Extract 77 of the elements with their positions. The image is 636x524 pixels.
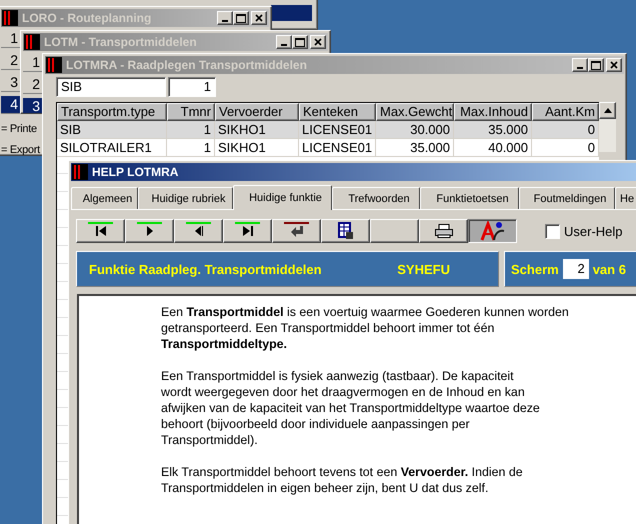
column-header[interactable]: Tmnr	[167, 103, 215, 121]
tab[interactable]: Foutmeldingen	[519, 187, 615, 209]
table-row[interactable]: SILOTRAILER1 1 SIKHO1 LICENSE01 35.000 40.000 0	[57, 139, 599, 157]
maximize-button[interactable]	[292, 35, 308, 49]
close-icon	[610, 61, 618, 69]
checkbox-label: User-Help	[564, 224, 623, 238]
function-title: Funktie Raadpleg. Transportmiddelen	[89, 262, 322, 276]
scrollbar[interactable]	[599, 102, 616, 152]
stripes-icon	[46, 57, 62, 73]
table-row[interactable]: SIB 1 SIKHO1 LICENSE01 30.000 35.000 0	[57, 121, 599, 139]
number-field[interactable]: 1	[168, 77, 216, 97]
close-icon	[255, 14, 263, 22]
table-cell: 30.000	[376, 121, 454, 138]
table-cell: SILOTRAILER1	[57, 139, 167, 156]
maximize-icon	[295, 38, 305, 46]
skip-forward-icon	[242, 225, 254, 237]
type-field[interactable]: SIB	[56, 77, 166, 97]
stripes-icon	[2, 10, 18, 26]
tab[interactable]: He	[615, 187, 636, 209]
play-icon	[146, 225, 154, 237]
column-header[interactable]: Vervoerder	[215, 103, 299, 121]
table-cell: 35.000	[376, 139, 454, 156]
tab[interactable]: Algemeen	[71, 187, 138, 209]
return-arrow-icon	[290, 225, 304, 237]
table-cell: 35.000	[454, 121, 532, 138]
step-back-icon	[194, 225, 204, 237]
legend-text: = Printe	[1, 122, 37, 137]
toolbar-button[interactable]	[468, 219, 517, 243]
caret-up-icon	[604, 108, 612, 113]
column-header[interactable]: Kenteken	[299, 103, 376, 121]
spellcheck-icon	[480, 221, 506, 241]
screen-total: van 6	[592, 262, 626, 276]
column-header[interactable]: Transportm.type	[57, 103, 167, 121]
close-button[interactable]	[606, 58, 622, 72]
tab[interactable]: Huidige funktie	[233, 185, 332, 210]
column-header[interactable]: Aant.Km	[532, 103, 599, 121]
window-title: LOTMRA - Raadplegen Transportmiddelen	[66, 58, 308, 72]
legend-text: = Export	[1, 143, 40, 155]
maximize-button[interactable]	[588, 58, 604, 72]
paragraph: Een Transportmiddel is een voertuig waarmee Goederen kunnen worden getransporteerd. Een Transportmiddel behoort immer tot één Transportmiddeltype.	[161, 304, 570, 352]
table-cell: LICENSE01	[299, 121, 376, 138]
minimize-button[interactable]	[217, 11, 233, 25]
table-cell: 1	[167, 139, 215, 156]
table-cell: LICENSE01	[299, 139, 376, 156]
printer-icon	[434, 224, 452, 238]
column-header[interactable]: Max.Inhoud	[454, 103, 532, 121]
maximize-icon	[591, 60, 601, 70]
tab[interactable]: Funktietoetsen	[420, 187, 519, 209]
window-title: LOTM - Transportmiddelen	[44, 35, 198, 49]
column-header[interactable]: Max.Gewcht	[376, 103, 454, 121]
table-cell: SIKHO1	[215, 139, 299, 156]
minimize-button[interactable]	[572, 58, 588, 72]
maximize-button[interactable]	[233, 11, 249, 25]
table-cell: SIKHO1	[215, 121, 299, 138]
table-cell: SIB	[57, 121, 167, 138]
window-title: LORO - Routeplanning	[22, 11, 152, 25]
stripes-icon	[72, 164, 88, 180]
close-icon	[314, 38, 322, 46]
screen-number-field[interactable]: 2	[562, 259, 589, 279]
tab[interactable]: Huidige rubriek	[138, 187, 233, 209]
maximize-icon	[236, 14, 246, 22]
checkbox[interactable]	[545, 224, 560, 238]
table-icon	[338, 222, 354, 240]
window-title: HELP LOTMRA	[92, 165, 180, 179]
function-code: SYHEFU	[397, 262, 450, 276]
close-button[interactable]	[251, 11, 267, 25]
scroll-up-button[interactable]	[599, 102, 616, 119]
table-cell: 40.000	[454, 139, 532, 156]
paragraph: Een Transportmiddel is fysiek aanwezig (tastbaar). De kapaciteit wordt weergegeven door het draagvermogen en de Inhoud en kan afwijken van de kapaciteit van het Transportmiddeltype waartoe deze behoort (bijvoorbeeld door individuele aanpassingen per Transportmiddel).	[161, 368, 541, 448]
table-cell: 1	[167, 121, 215, 138]
paragraph: Elk Transportmiddel behoort tevens tot een Vervoerder. Indien de Transportmiddelen in eigen beheer zijn, bent U dat dus zelf.	[161, 464, 524, 496]
stripes-icon	[24, 34, 40, 50]
screen-label: Scherm	[511, 262, 559, 276]
skip-back-icon	[94, 225, 106, 237]
tab[interactable]: Trefwoorden	[332, 187, 420, 209]
close-button[interactable]	[310, 35, 326, 49]
minimize-button[interactable]	[276, 35, 292, 49]
